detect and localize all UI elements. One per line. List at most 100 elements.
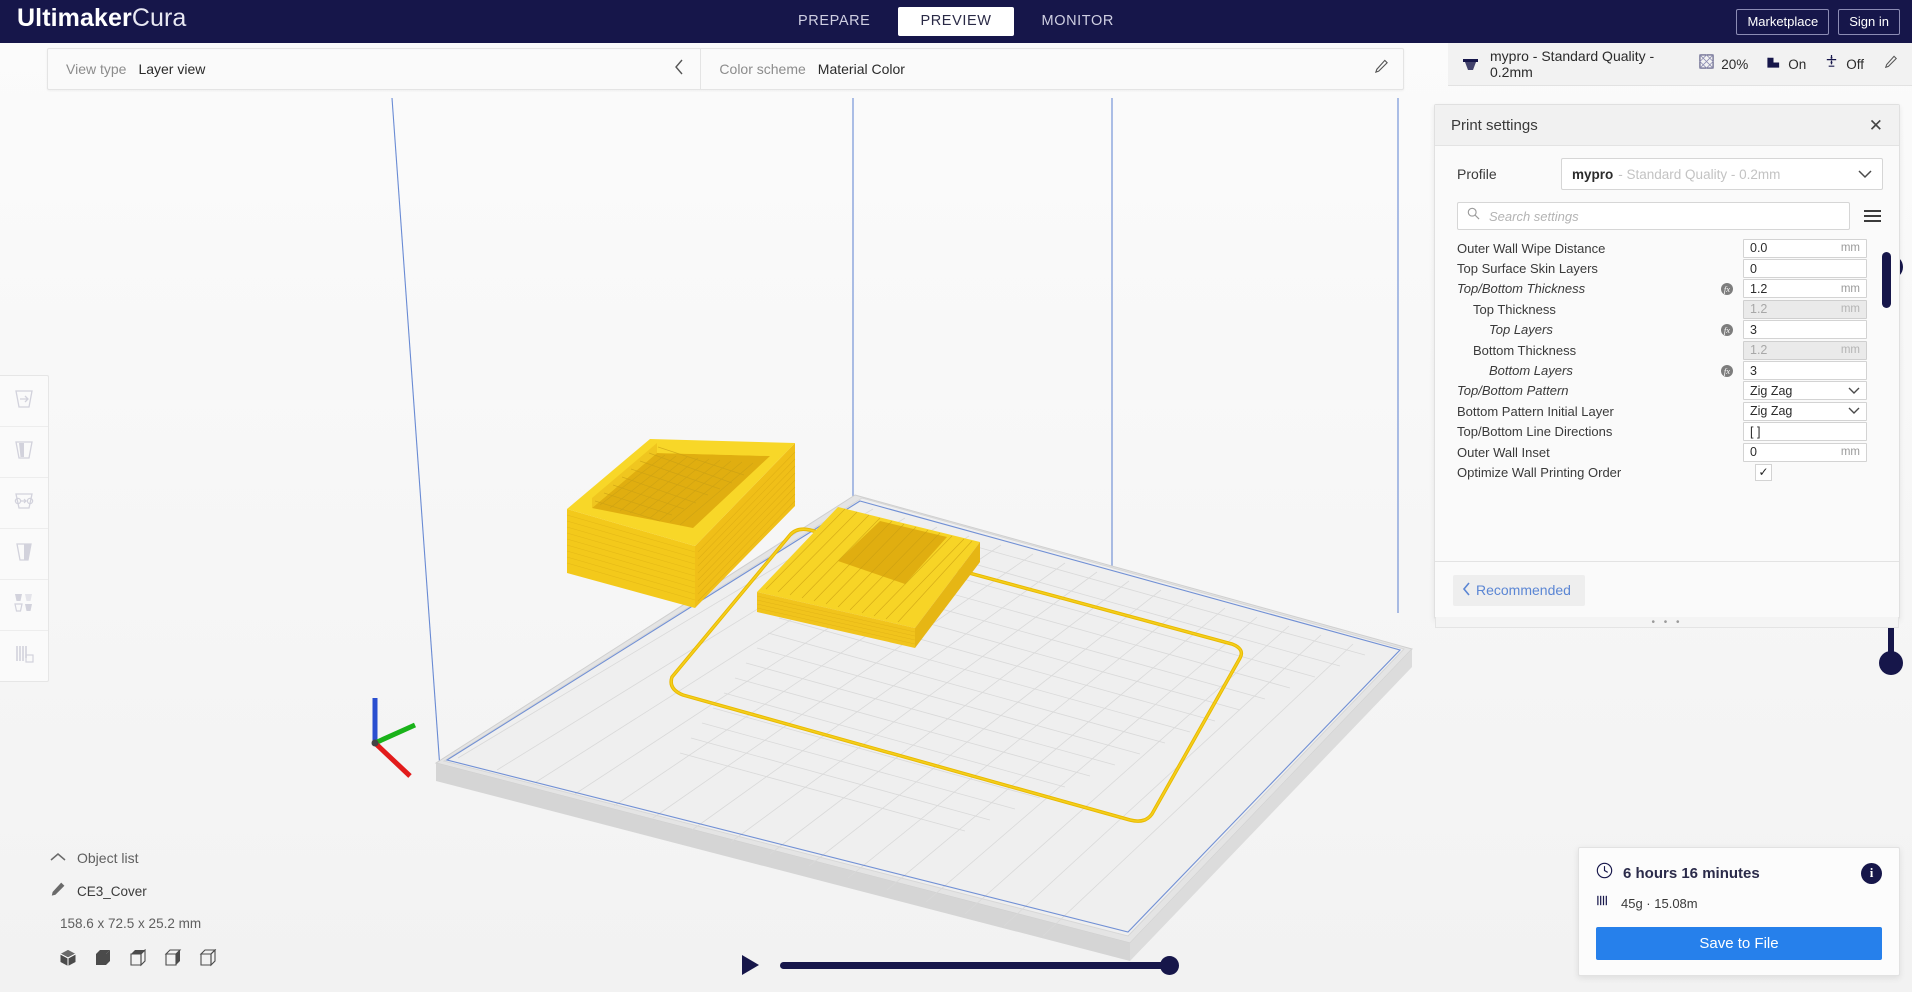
info-icon[interactable]: i (1861, 862, 1882, 884)
profile-row: Profile mypro - Standard Quality - 0.2mm (1435, 146, 1899, 198)
setting-row[interactable]: Top/Bottom Thickness fx 1.2 mm (1435, 279, 1899, 299)
color-scheme-value[interactable]: Material Color (818, 61, 905, 77)
setting-row[interactable]: Optimize Wall Printing Order ✓ (1435, 462, 1899, 482)
move-tool-button[interactable] (0, 376, 48, 427)
setting-label: Top Layers (1489, 322, 1553, 338)
material-usage: 45g · 15.08m (1621, 895, 1698, 911)
title-bar: UltimakerCura PREPARE PREVIEW MONITOR Ma… (0, 0, 1912, 43)
support-blocker-button[interactable] (0, 631, 48, 681)
rotate-tool-button[interactable] (0, 478, 48, 529)
print-time-value: 6 hours 16 minutes (1623, 864, 1760, 882)
setting-input[interactable]: 1.2 mm (1743, 340, 1867, 360)
object-dimensions: 158.6 x 72.5 x 25.2 mm (60, 916, 202, 931)
object-list-item[interactable]: CE3_Cover (50, 881, 380, 902)
setting-value: Zig Zag (1750, 383, 1793, 398)
recommended-button[interactable]: Recommended (1453, 574, 1585, 606)
print-time-row: 6 hours 16 minutes i (1596, 862, 1882, 884)
main-tabs: PREPARE PREVIEW MONITOR (0, 0, 1912, 43)
setting-row[interactable]: Outer Wall Inset 0 mm (1435, 442, 1899, 462)
simulation-slider-handle[interactable] (1160, 955, 1179, 975)
setting-label: Top Surface Skin Layers (1457, 261, 1598, 277)
setting-input[interactable]: 3 (1743, 361, 1867, 381)
print-setup-bar[interactable]: mypro - Standard Quality - 0.2mm 20% On … (1448, 43, 1912, 86)
setting-input[interactable]: 3 (1743, 320, 1867, 340)
setting-dropdown[interactable]: Zig Zag (1743, 381, 1867, 401)
setting-input[interactable]: [ ] (1743, 422, 1867, 442)
tab-monitor[interactable]: MONITOR (1020, 7, 1136, 36)
sign-in-button[interactable]: Sign in (1838, 8, 1900, 35)
adhesion-indicator[interactable]: Off (1824, 54, 1864, 74)
setting-value: 3 (1750, 322, 1757, 337)
left-view-icon[interactable] (164, 949, 182, 972)
cura-window: UltimakerCura PREPARE PREVIEW MONITOR Ma… (0, 0, 1912, 992)
setting-row[interactable]: Top Thickness 1.2 mm (1435, 299, 1899, 319)
adhesion-value: Off (1846, 56, 1864, 72)
pencil-icon[interactable] (1374, 59, 1389, 79)
setting-label: Top/Bottom Thickness (1457, 281, 1586, 297)
chevron-up-icon (50, 849, 66, 867)
settings-scrollbar[interactable] (1882, 252, 1891, 308)
chevron-left-icon[interactable] (674, 59, 684, 79)
tab-preview[interactable]: PREVIEW (898, 7, 1014, 36)
hamburger-icon[interactable] (1862, 206, 1883, 226)
setting-row[interactable]: Bottom Pattern Initial Layer Zig Zag (1435, 401, 1899, 421)
per-model-settings-button[interactable] (0, 580, 48, 631)
search-box[interactable] (1457, 202, 1850, 230)
tab-prepare[interactable]: PREPARE (776, 7, 892, 36)
setting-row[interactable]: Top/Bottom Line Directions [ ] (1435, 422, 1899, 442)
move-icon (12, 388, 36, 415)
setting-input[interactable]: 0.0 mm (1743, 238, 1867, 258)
save-to-file-button[interactable]: Save to File (1596, 927, 1882, 960)
setting-label: Bottom Layers (1489, 363, 1573, 379)
pencil-icon[interactable] (1884, 55, 1898, 74)
support-blocker-icon (12, 643, 36, 670)
marketplace-button[interactable]: Marketplace (1736, 8, 1830, 35)
setting-label: Bottom Pattern Initial Layer (1457, 403, 1614, 419)
top-view-icon[interactable] (129, 948, 147, 972)
object-list-header[interactable]: Object list (50, 849, 380, 867)
setting-row[interactable]: Outer Wall Wipe Distance 0.0 mm (1435, 238, 1899, 258)
setting-input[interactable]: 0 mm (1743, 442, 1867, 462)
material-row: 45g · 15.08m (1596, 893, 1882, 913)
right-view-icon[interactable] (199, 948, 217, 972)
scale-icon (12, 439, 36, 466)
panel-resize-grip[interactable]: • • • (1435, 617, 1899, 628)
play-icon[interactable] (742, 955, 759, 975)
settings-list[interactable]: Outer Wall Wipe Distance 0.0 mm Top Surface… (1435, 238, 1899, 561)
infill-icon (1699, 54, 1714, 74)
pencil-icon[interactable] (50, 881, 66, 902)
setting-value: 0.0 (1750, 241, 1768, 256)
mirror-icon (12, 541, 36, 568)
chevron-left-icon (1462, 581, 1471, 599)
iso-view-icon[interactable] (59, 949, 77, 972)
simulation-slider[interactable] (780, 955, 1179, 975)
function-value-icon: fx (1721, 323, 1733, 336)
simulation-playback (742, 952, 1179, 978)
profile-detail: - Standard Quality - 0.2mm (1618, 166, 1781, 182)
layer-slider-lower-handle[interactable] (1879, 651, 1903, 675)
view-type-value[interactable]: Layer view (138, 61, 205, 77)
function-value-icon: fx (1721, 364, 1733, 377)
setting-value: 0 (1750, 261, 1757, 276)
setting-input[interactable]: 1.2 mm (1743, 279, 1867, 299)
setting-row[interactable]: Top/Bottom Pattern Zig Zag (1435, 381, 1899, 401)
infill-indicator[interactable]: 20% (1699, 54, 1748, 74)
profile-select[interactable]: mypro - Standard Quality - 0.2mm (1561, 158, 1883, 190)
front-view-icon[interactable] (94, 949, 112, 972)
scale-tool-button[interactable] (0, 427, 48, 478)
setting-checkbox[interactable]: ✓ (1755, 463, 1772, 481)
mirror-tool-button[interactable] (0, 529, 48, 580)
setting-input[interactable]: 0 (1743, 259, 1867, 279)
setting-label: Outer Wall Wipe Distance (1457, 240, 1606, 256)
support-indicator[interactable]: On (1766, 54, 1806, 74)
setting-dropdown[interactable]: Zig Zag (1743, 401, 1867, 421)
setting-input[interactable]: 1.2 mm (1743, 299, 1867, 319)
setting-row[interactable]: Bottom Layers fx 3 (1435, 360, 1899, 381)
setting-row[interactable]: Bottom Thickness 1.2 mm (1435, 340, 1899, 360)
setting-row[interactable]: Top Surface Skin Layers 0 (1435, 258, 1899, 279)
panel-footer: Recommended • • • (1435, 561, 1899, 628)
setting-row[interactable]: Top Layers fx 3 (1435, 320, 1899, 340)
search-input[interactable] (1487, 207, 1840, 225)
color-scheme-label: Color scheme (719, 61, 806, 77)
close-icon[interactable]: ✕ (1869, 117, 1883, 134)
